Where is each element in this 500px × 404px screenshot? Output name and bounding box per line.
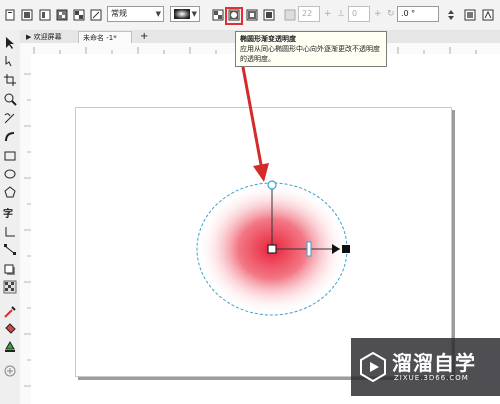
midpoint-slider[interactable] — [306, 241, 312, 257]
watermark: 溜溜自学 ZIXUE.3D66.COM — [351, 338, 500, 396]
scale-handle[interactable] — [267, 180, 277, 190]
annotation-arrow-head-icon — [253, 163, 269, 182]
watermark-url: ZIXUE.3D66.COM — [394, 374, 469, 382]
tooltip-description: 应用从同心椭圆形中心向外逐渐更改不透明度的透明度。 — [240, 45, 380, 63]
end-node[interactable] — [342, 245, 350, 253]
watermark-brand: 溜溜自学 — [392, 351, 476, 375]
center-node[interactable] — [267, 244, 277, 254]
tooltip: 椭圆形渐变透明度 应用从同心椭圆形中心向外逐渐更改不透明度的透明度。 — [235, 31, 387, 67]
tooltip-title: 椭圆形渐变透明度 — [240, 35, 296, 43]
play-logo-icon — [360, 352, 386, 382]
